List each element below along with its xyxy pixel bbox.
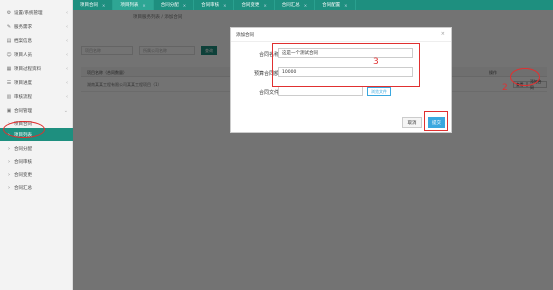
tab-label: 项目合同: [80, 3, 98, 8]
close-icon[interactable]: ×: [142, 3, 145, 8]
list-icon: ☰: [6, 79, 12, 86]
sidebar-item-label: 项目进度: [14, 80, 32, 86]
sidebar-item-label: 服务需求: [14, 24, 32, 30]
sidebar-item-staff[interactable]: ☺ 项目人员 ‹: [0, 48, 73, 61]
annotation-rect-fields: [272, 43, 420, 87]
close-icon[interactable]: ×: [183, 3, 186, 8]
browse-file-button[interactable]: 浏览文件: [367, 87, 391, 96]
user-icon: ☺: [6, 51, 12, 58]
sidebar-subitem-contract-change[interactable]: › 合同变更: [0, 168, 73, 181]
annotation-ellipse-sidebar: [3, 121, 45, 138]
sidebar-item-label: 项目人员: [14, 52, 32, 58]
gear-icon: ⚙: [6, 9, 12, 16]
tab-contract-review[interactable]: 合同审核 ×: [194, 0, 235, 10]
sidebar-item-label: 审核流程: [14, 94, 32, 100]
sidebar-subitem-label: 合同审核: [14, 159, 32, 165]
tab-label: 项目列表: [120, 3, 139, 8]
folder-icon: ▤: [6, 37, 12, 44]
sidebar-item-contract-mgmt[interactable]: ▣ 合同管理 ⌄: [0, 104, 73, 117]
sidebar-item-review-flow[interactable]: ▥ 审核流程 ‹: [0, 90, 73, 103]
close-icon[interactable]: ×: [304, 3, 307, 8]
tab-label: 合同配置: [322, 3, 341, 8]
tab-label: 合同分配: [160, 3, 179, 8]
close-icon[interactable]: ×: [441, 31, 445, 37]
sidebar-subitem-label: 合同汇总: [14, 185, 32, 191]
tab-project-contract[interactable]: 项目合同 ×: [73, 0, 114, 10]
sidebar-item-system[interactable]: ⚙ 设置/系统管理 ‹: [0, 6, 73, 19]
chevron-icon: ‹: [66, 37, 68, 44]
sidebar-item-archive[interactable]: ▤ 档案信息 ‹: [0, 34, 73, 47]
sidebar-subitem-contract-review[interactable]: › 合同审核: [0, 155, 73, 168]
sidebar-item-service[interactable]: ✎ 服务需求 ‹: [0, 20, 73, 33]
dot-icon: ›: [8, 158, 10, 165]
sidebar-subitem-label: 合同变更: [14, 172, 32, 178]
cancel-button[interactable]: 取消: [402, 117, 422, 128]
close-icon[interactable]: ×: [223, 3, 226, 8]
chevron-icon: ‹: [66, 51, 68, 58]
sidebar: ⚙ 设置/系统管理 ‹ ✎ 服务需求 ‹ ▤ 档案信息 ‹ ☺ 项目人员 ‹ ▦…: [0, 0, 73, 290]
tab-contract-assign[interactable]: 合同分配 ×: [154, 0, 195, 10]
sidebar-item-progress[interactable]: ☰ 项目进度 ‹: [0, 76, 73, 89]
tab-bar: 项目合同 × 项目列表 × 合同分配 × 合同审核 × 合同变更 × 合同汇总 × 合同配置…: [73, 0, 553, 10]
dialog-title: 添加合同: [236, 33, 254, 38]
tab-contract-change[interactable]: 合同变更 ×: [234, 0, 275, 10]
tab-label: 合同变更: [241, 3, 260, 8]
contract-icon: ▣: [6, 107, 12, 114]
sidebar-item-label: 档案信息: [14, 38, 32, 44]
wrench-icon: ✎: [6, 23, 12, 30]
sidebar-item-label: 设置/系统管理: [14, 10, 43, 16]
contract-file-label: 合同文件: [258, 90, 279, 96]
dot-icon: ›: [8, 171, 10, 178]
contract-file-input[interactable]: [278, 86, 363, 96]
annotation-number-2: 2: [502, 83, 508, 93]
sidebar-item-label: 合同管理: [14, 108, 32, 114]
chevron-down-icon: ⌄: [63, 107, 68, 114]
close-icon[interactable]: ×: [344, 3, 347, 8]
tab-label: 合同汇总: [281, 3, 300, 8]
chevron-icon: ‹: [66, 79, 68, 86]
chevron-icon: ‹: [66, 65, 68, 72]
annotation-ellipse-add: [510, 68, 540, 86]
annotation-rect-submit: [424, 111, 448, 131]
tab-contract-summary[interactable]: 合同汇总 ×: [275, 0, 316, 10]
chevron-icon: ‹: [66, 23, 68, 30]
flow-icon: ▥: [6, 93, 12, 100]
sidebar-subitem-contract-assign[interactable]: › 合同分配: [0, 142, 73, 155]
dialog-header: 添加合同 ×: [231, 28, 451, 42]
tab-project-list[interactable]: 项目列表 ×: [113, 0, 154, 10]
dot-icon: ›: [8, 145, 10, 152]
sidebar-subitem-label: 合同分配: [14, 146, 32, 152]
app-root: ⚙ 设置/系统管理 ‹ ✎ 服务需求 ‹ ▤ 档案信息 ‹ ☺ 项目人员 ‹ ▦…: [0, 0, 553, 290]
annotation-number-3: 3: [373, 57, 379, 67]
sidebar-subitem-contract-summary[interactable]: › 合同汇总: [0, 181, 73, 194]
close-icon[interactable]: ×: [102, 3, 105, 8]
tab-label: 合同审核: [201, 3, 220, 8]
chevron-icon: ‹: [66, 9, 68, 16]
chevron-icon: ‹: [66, 93, 68, 100]
dot-icon: ›: [8, 184, 10, 191]
tab-contract-config[interactable]: 合同配置 ×: [315, 0, 356, 10]
sidebar-item-process-docs[interactable]: ▦ 项目过程资料 ‹: [0, 62, 73, 75]
doc-icon: ▦: [6, 65, 12, 72]
close-icon[interactable]: ×: [263, 3, 266, 8]
sidebar-item-label: 项目过程资料: [14, 66, 41, 72]
